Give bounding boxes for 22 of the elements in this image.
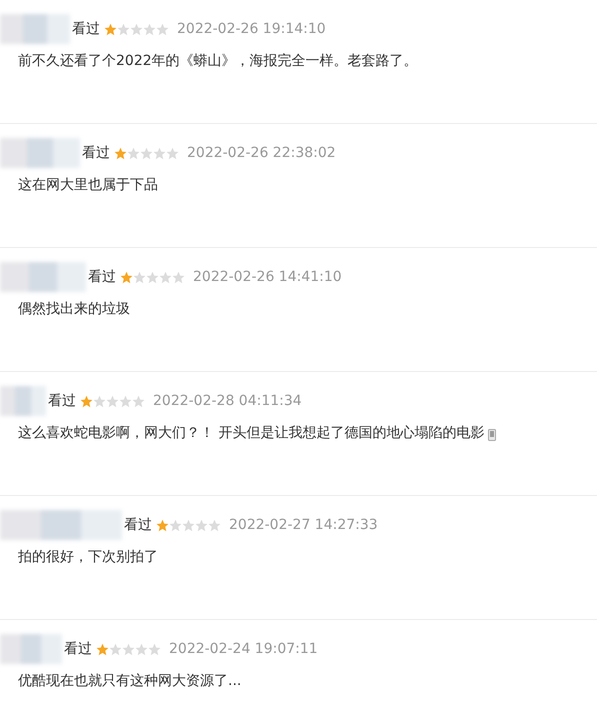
watched-label: 看过 xyxy=(82,144,110,162)
watched-label: 看过 xyxy=(124,516,152,534)
comment-text: 优酷现在也就只有这种网大资源了... xyxy=(18,672,242,690)
comment-time: 2022-02-26 19:14:10 xyxy=(177,21,326,37)
watched-label: 看过 xyxy=(88,268,116,286)
comment-time: 2022-02-24 19:07:11 xyxy=(169,641,318,657)
comment-text: 这在网大里也属于下品 xyxy=(18,176,158,194)
comment-time: 2022-02-28 04:11:34 xyxy=(153,393,302,409)
comment-time: 2022-02-26 22:38:02 xyxy=(187,145,336,161)
comment-time: 2022-02-27 14:27:33 xyxy=(229,517,378,533)
phone-icon xyxy=(488,429,496,441)
watched-label: 看过 xyxy=(48,392,76,410)
watched-label: 看过 xyxy=(72,20,100,38)
comment-time: 2022-02-26 14:41:10 xyxy=(193,269,342,285)
watched-label: 看过 xyxy=(64,640,92,658)
blurred-username xyxy=(0,386,46,416)
comment-text: 前不久还看了个2022年的《蟒山》，海报完全一样。老套路了。 xyxy=(18,52,418,70)
blurred-username xyxy=(0,634,62,664)
blurred-username xyxy=(0,14,70,44)
comment-text: 偶然找出来的垃圾 xyxy=(18,300,130,318)
comment-text: 拍的很好，下次别拍了 xyxy=(18,548,158,566)
comment-text: 这么喜欢蛇电影啊，网大们？！ 开头但是让我想起了德国的地心塌陷的电影 xyxy=(18,424,484,442)
